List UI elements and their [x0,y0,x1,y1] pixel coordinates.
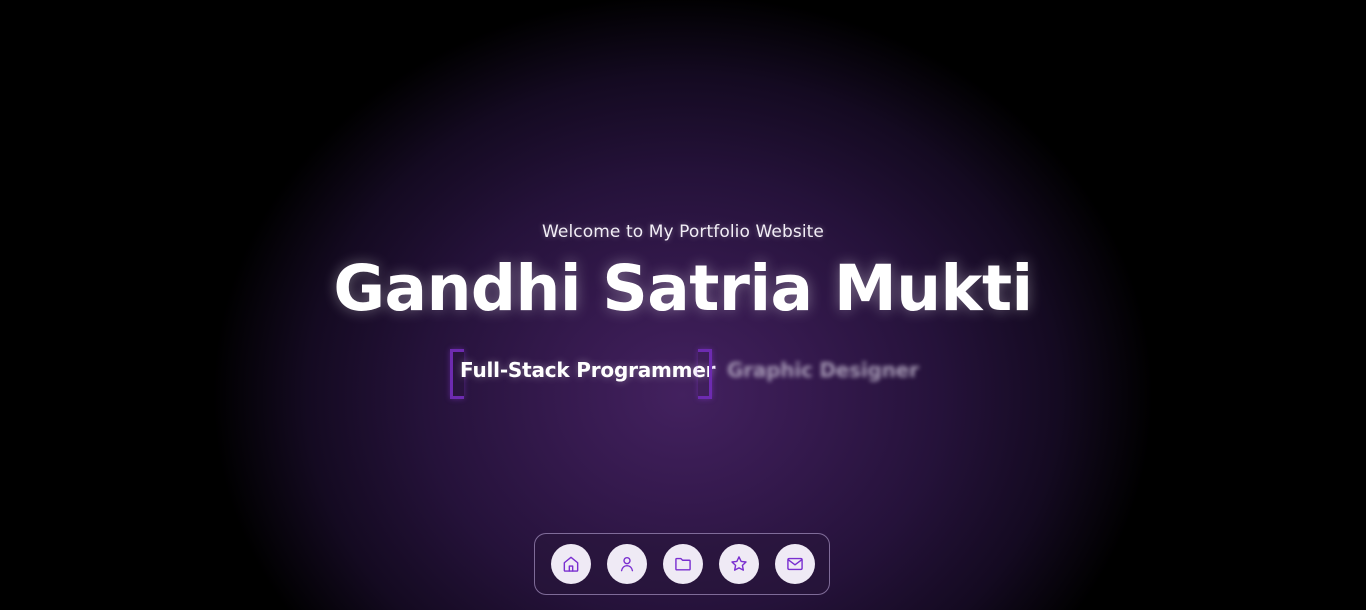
hero-section: Welcome to My Portfolio Website Gandhi S… [0,0,1366,610]
user-icon [620,556,634,572]
nav-home-button[interactable] [551,544,591,584]
page-title: Gandhi Satria Mukti [333,252,1033,325]
nav-projects-button[interactable] [663,544,703,584]
active-role-label: Full-Stack Programmer [460,358,716,382]
home-icon [563,556,579,572]
role-carousel: Full-Stack Programmer Graphic Designer [450,349,920,399]
folder-icon [675,557,691,571]
active-role: Full-Stack Programmer [450,349,716,399]
nav-skills-button[interactable] [719,544,759,584]
nav-contact-button[interactable] [775,544,815,584]
welcome-text: Welcome to My Portfolio Website [542,222,824,242]
bottom-nav-dock [534,533,830,595]
mail-icon [787,557,803,571]
nav-about-button[interactable] [607,544,647,584]
next-role-label: Graphic Designer [727,358,919,382]
star-icon [731,556,747,571]
right-bracket-decoration [698,349,712,399]
